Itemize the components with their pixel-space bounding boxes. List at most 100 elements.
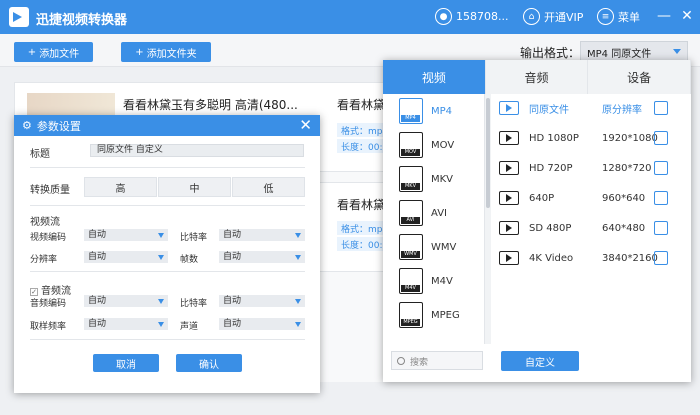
vip-label: 开通VIP bbox=[544, 10, 584, 24]
audio-bitrate-label: 比特率 bbox=[180, 299, 208, 309]
file-name: 看看林黛玉有多聪明 高清(480... bbox=[123, 98, 298, 112]
file-length: 长度：00:0 bbox=[337, 237, 387, 251]
edit-icon[interactable] bbox=[654, 161, 668, 175]
resolution-label: 分辨率 bbox=[30, 255, 58, 265]
tab-video[interactable]: 视频 bbox=[383, 60, 486, 94]
preset-row[interactable]: 640P 960*640 bbox=[499, 188, 679, 208]
format-label: MP4 bbox=[431, 105, 453, 117]
channel-select[interactable]: 自动 bbox=[219, 318, 305, 330]
sample-rate-label: 取样频率 bbox=[30, 322, 67, 332]
quality-medium[interactable]: 中 bbox=[158, 177, 231, 197]
add-file-button[interactable]: + 添加文件 bbox=[14, 42, 93, 62]
preset-row[interactable]: SD 480P 640*480 bbox=[499, 218, 679, 238]
menu-label: 菜单 bbox=[618, 10, 640, 24]
bitrate-select[interactable]: 自动 bbox=[219, 229, 305, 241]
output-format-select[interactable]: MP4 同原文件 bbox=[580, 41, 688, 61]
preset-resolution: 3840*2160 bbox=[602, 252, 658, 264]
audio-codec-select[interactable]: 自动 bbox=[84, 295, 168, 307]
cancel-button[interactable]: 取消 bbox=[93, 354, 159, 372]
search-icon bbox=[397, 357, 405, 365]
close-window-button[interactable]: ✕ bbox=[679, 8, 695, 24]
file-mov-icon: MOV bbox=[399, 132, 423, 158]
file-avi-icon: AVI bbox=[399, 200, 423, 226]
video-icon bbox=[499, 101, 519, 115]
video-codec-label: 视频编码 bbox=[30, 233, 67, 243]
file-format: 格式：mp4 bbox=[337, 221, 387, 235]
edit-icon[interactable] bbox=[654, 131, 668, 145]
minimize-button[interactable]: — bbox=[656, 8, 672, 24]
format-label: WMV bbox=[431, 241, 457, 253]
add-folder-button[interactable]: + 添加文件夹 bbox=[121, 42, 211, 62]
checkbox-icon[interactable]: ✓ bbox=[30, 288, 38, 296]
format-item-m4v[interactable]: M4V M4V bbox=[383, 264, 484, 298]
audio-bitrate-select[interactable]: 自动 bbox=[219, 295, 305, 307]
preset-resolution: 1920*1080 bbox=[602, 132, 658, 144]
format-item-avi[interactable]: AVI AVI bbox=[383, 196, 484, 230]
audio-section[interactable]: ✓ 音频流 bbox=[30, 282, 71, 297]
bitrate-label: 比特率 bbox=[180, 233, 208, 243]
format-label: AVI bbox=[431, 207, 447, 219]
preset-row[interactable]: HD 1080P 1920*1080 bbox=[499, 128, 679, 148]
search-input[interactable]: 搜索 bbox=[391, 351, 483, 370]
file-mkv-icon: MKV bbox=[399, 166, 423, 192]
format-item-mov[interactable]: MOV MOV bbox=[383, 128, 484, 162]
preset-name: HD 1080P bbox=[529, 132, 579, 144]
edit-icon[interactable] bbox=[654, 191, 668, 205]
menu-button[interactable]: ≡ 菜单 bbox=[597, 8, 640, 25]
user-account[interactable]: ● 158708... bbox=[435, 8, 508, 25]
cart-icon: ⌂ bbox=[523, 8, 540, 25]
app-title: 迅捷视频转换器 bbox=[36, 13, 128, 28]
format-label: MKV bbox=[431, 173, 454, 185]
fps-label: 帧数 bbox=[180, 255, 199, 265]
format-tabs: 视频 音频 设备 bbox=[383, 60, 692, 94]
divider bbox=[30, 167, 305, 168]
custom-button[interactable]: 自定义 bbox=[501, 351, 579, 371]
quality-high[interactable]: 高 bbox=[84, 177, 157, 197]
divider bbox=[30, 205, 305, 206]
title-label: 标题 bbox=[30, 149, 50, 160]
divider bbox=[30, 339, 305, 340]
format-item-mp4[interactable]: MP4 MP4 bbox=[383, 94, 484, 128]
dialog-close-button[interactable]: ✕ bbox=[299, 117, 312, 133]
format-label: M4V bbox=[431, 275, 453, 287]
format-item-mpeg[interactable]: MPEG MPEG bbox=[383, 298, 484, 332]
format-label: MPEG bbox=[431, 309, 460, 321]
resolution-select[interactable]: 自动 bbox=[84, 251, 168, 263]
app-logo-icon bbox=[9, 7, 29, 27]
preset-resolution: 原分辨率 bbox=[602, 104, 642, 116]
app-window: 迅捷视频转换器 ● 158708... ⌂ 开通VIP ≡ 菜单 — ✕ + 添加… bbox=[0, 0, 700, 415]
sample-rate-select[interactable]: 自动 bbox=[84, 318, 168, 330]
preset-name: 4K Video bbox=[529, 252, 574, 264]
vip-button[interactable]: ⌂ 开通VIP bbox=[523, 8, 583, 25]
preset-row[interactable]: 同原文件 原分辨率 bbox=[499, 98, 679, 118]
gear-icon: ⚙ bbox=[22, 119, 32, 132]
add-folder-label: 添加文件夹 bbox=[146, 48, 197, 60]
video-codec-select[interactable]: 自动 bbox=[84, 229, 168, 241]
file-name-right: 看看林黛 bbox=[337, 98, 386, 112]
format-panel: 视频 音频 设备 MP4 MP4 MOV MOV MKV MKV AVI AVI… bbox=[383, 60, 692, 382]
edit-icon[interactable] bbox=[654, 251, 668, 265]
title-bar: 迅捷视频转换器 ● 158708... ⌂ 开通VIP ≡ 菜单 — ✕ bbox=[0, 0, 700, 34]
settings-dialog: ⚙ 参数设置 ✕ 标题 同原文件 自定义 转换质量 高 中 低 视频流 视频编码… bbox=[14, 115, 320, 393]
title-input[interactable]: 同原文件 自定义 bbox=[90, 144, 304, 157]
dialog-header: ⚙ 参数设置 bbox=[14, 115, 320, 136]
confirm-button[interactable]: 确认 bbox=[176, 354, 242, 372]
format-item-wmv[interactable]: WMV WMV bbox=[383, 230, 484, 264]
tab-audio[interactable]: 音频 bbox=[486, 60, 589, 94]
preset-row[interactable]: 4K Video 3840*2160 bbox=[499, 248, 679, 268]
preset-name: SD 480P bbox=[529, 222, 572, 234]
edit-icon[interactable] bbox=[654, 101, 668, 115]
format-list-scrollbar[interactable] bbox=[485, 94, 491, 344]
video-icon bbox=[499, 251, 519, 265]
fps-select[interactable]: 自动 bbox=[219, 251, 305, 263]
edit-icon[interactable] bbox=[654, 221, 668, 235]
format-item-mkv[interactable]: MKV MKV bbox=[383, 162, 484, 196]
preset-resolution: 1280*720 bbox=[602, 162, 652, 174]
tab-device[interactable]: 设备 bbox=[588, 60, 692, 94]
quality-low[interactable]: 低 bbox=[232, 177, 305, 197]
user-icon: ● bbox=[435, 8, 452, 25]
preset-name: 同原文件 bbox=[529, 104, 569, 116]
video-icon bbox=[499, 161, 519, 175]
preset-row[interactable]: HD 720P 1280*720 bbox=[499, 158, 679, 178]
preset-name: 640P bbox=[529, 192, 555, 204]
